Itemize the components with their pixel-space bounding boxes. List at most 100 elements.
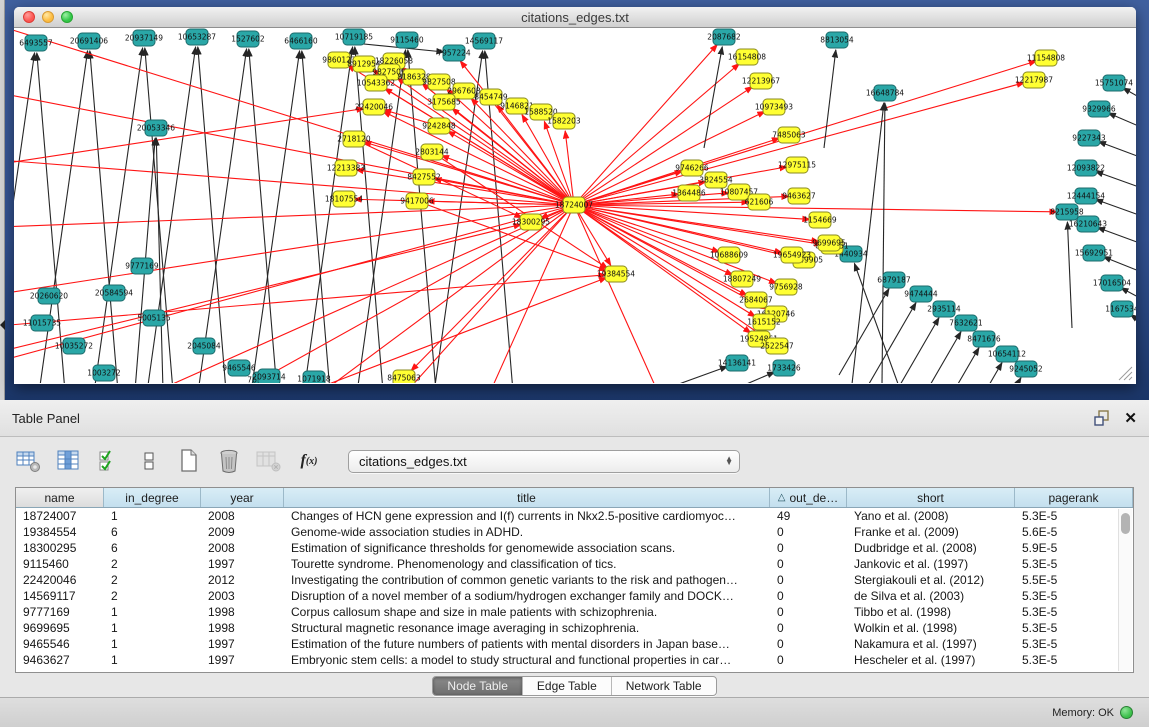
network-edge[interactable]: [14, 205, 574, 228]
network-edge[interactable]: [198, 47, 229, 383]
tab-edge-table[interactable]: Edge Table: [523, 677, 612, 695]
table-cell-year[interactable]: 2008: [201, 508, 284, 524]
table-cell-short[interactable]: Dudbridge et al. (2008): [847, 540, 1015, 556]
table-row[interactable]: 946554611997Estimation of the future num…: [16, 636, 1133, 652]
network-edge[interactable]: [89, 48, 143, 383]
network-node[interactable]: 8471676: [967, 331, 1001, 347]
table-row[interactable]: 1872400712008Changes of HCN gene express…: [16, 508, 1133, 524]
table-cell-year[interactable]: 1997: [201, 556, 284, 572]
network-node[interactable]: 9465546: [222, 360, 256, 376]
network-node[interactable]: 7632621: [949, 315, 983, 331]
network-edge[interactable]: [654, 366, 728, 383]
table-row[interactable]: 2242004622012Investigating the contribut…: [16, 572, 1133, 588]
network-edge[interactable]: [1130, 315, 1136, 337]
column-header-name[interactable]: name: [16, 488, 104, 507]
table-scrollbar[interactable]: [1118, 509, 1132, 671]
table-cell-out_degree[interactable]: 0: [770, 540, 847, 556]
table-cell-title[interactable]: Genome-wide association studies in ADHD.: [284, 524, 770, 540]
table-cell-in_degree[interactable]: 2: [104, 588, 201, 604]
network-node[interactable]: 2045084: [187, 338, 221, 354]
table-cell-in_degree[interactable]: 1: [104, 620, 201, 636]
network-edge[interactable]: [574, 205, 733, 275]
column-header-pagerank[interactable]: pagerank: [1015, 488, 1133, 507]
table-cell-in_degree[interactable]: 1: [104, 604, 201, 620]
network-node[interactable]: 1167534: [1105, 301, 1136, 317]
table-cell-short[interactable]: Wolkin et al. (1998): [847, 620, 1015, 636]
table-cell-out_degree[interactable]: 0: [770, 604, 847, 620]
table-cell-short[interactable]: Hescheler et al. (1997): [847, 652, 1015, 668]
network-edge[interactable]: [448, 131, 574, 205]
network-edge[interactable]: [952, 363, 1002, 383]
network-node[interactable]: 1364486: [672, 185, 706, 201]
network-node[interactable]: 20937149: [125, 30, 163, 46]
table-cell-out_degree[interactable]: 49: [770, 508, 847, 524]
network-edge[interactable]: [355, 47, 386, 383]
table-cell-short[interactable]: Jankovic et al. (1997): [847, 556, 1015, 572]
network-node[interactable]: 9245052: [1009, 361, 1043, 377]
table-selector-dropdown[interactable]: citations_edges.txt ▲▼: [348, 450, 740, 473]
network-edge[interactable]: [14, 205, 574, 365]
close-panel-icon[interactable]: ✕: [1124, 411, 1137, 426]
network-edge[interactable]: [1108, 113, 1136, 137]
network-node[interactable]: 6466160: [284, 33, 318, 49]
table-cell-short[interactable]: Yano et al. (2008): [847, 508, 1015, 524]
table-cell-year[interactable]: 1997: [201, 636, 284, 652]
tab-network-table[interactable]: Network Table: [612, 677, 716, 695]
network-node[interactable]: 6493557: [19, 35, 53, 51]
table-row[interactable]: 946362711997Embryonic stem cells: a mode…: [16, 652, 1133, 668]
table-cell-year[interactable]: 1998: [201, 620, 284, 636]
network-node[interactable]: 2093714: [252, 369, 286, 383]
network-node[interactable]: 11015735: [23, 315, 61, 331]
table-cell-in_degree[interactable]: 1: [104, 508, 201, 524]
table-cell-name[interactable]: 22420046: [16, 572, 104, 588]
table-cell-name[interactable]: 14569117: [16, 588, 104, 604]
resize-grip-icon[interactable]: [1129, 377, 1132, 380]
table-cell-year[interactable]: 2012: [201, 572, 284, 588]
network-node[interactable]: 20691406: [70, 33, 108, 49]
network-node[interactable]: 8813054: [820, 32, 854, 48]
network-edge[interactable]: [14, 159, 574, 205]
table-row[interactable]: 1456911722003Disruption of a novel membe…: [16, 588, 1133, 604]
network-edge[interactable]: [193, 49, 247, 383]
network-edge[interactable]: [142, 47, 196, 383]
table-cell-in_degree[interactable]: 1: [104, 636, 201, 652]
table-cell-year[interactable]: 1997: [201, 652, 284, 668]
table-cell-out_degree[interactable]: 0: [770, 524, 847, 540]
new-table-icon[interactable]: [176, 448, 202, 474]
network-edge[interactable]: [14, 275, 606, 328]
table-row[interactable]: 1938455462009Genome-wide association stu…: [16, 524, 1133, 540]
network-edge[interactable]: [852, 103, 884, 383]
memory-ok-indicator[interactable]: [1120, 706, 1133, 719]
table-cell-out_degree[interactable]: 0: [770, 572, 847, 588]
network-node[interactable]: 9242848: [422, 118, 456, 134]
table-row[interactable]: 969969511998Structural magnetic resonanc…: [16, 620, 1133, 636]
table-cell-short[interactable]: Stergiakouli et al. (2012): [847, 572, 1015, 588]
table-cell-title[interactable]: Changes of HCN gene expression and I(f) …: [284, 508, 770, 524]
table-row[interactable]: 977716911998Corpus callosum shape and si…: [16, 604, 1133, 620]
network-edge[interactable]: [704, 47, 722, 148]
network-node[interactable]: 12975115: [778, 157, 816, 173]
network-node[interactable]: 12213383: [327, 160, 365, 176]
network-edge[interactable]: [911, 332, 961, 383]
table-cell-pagerank[interactable]: 5.3E-5: [1015, 652, 1133, 668]
scrollbar-thumb[interactable]: [1121, 513, 1130, 534]
table-cell-year[interactable]: 2003: [201, 588, 284, 604]
network-node[interactable]: 10719185: [335, 29, 373, 45]
network-node[interactable]: 10688609: [710, 247, 748, 263]
network-node[interactable]: 9417006: [400, 193, 434, 209]
network-node[interactable]: 9777169: [125, 258, 159, 274]
network-edge[interactable]: [824, 50, 836, 148]
table-cell-year[interactable]: 2008: [201, 540, 284, 556]
table-cell-title[interactable]: Structural magnetic resonance image aver…: [284, 620, 770, 636]
table-cell-name[interactable]: 18724007: [16, 508, 104, 524]
network-node[interactable]: 6879187: [877, 272, 911, 288]
network-edge[interactable]: [1067, 222, 1072, 328]
table-cell-pagerank[interactable]: 5.3E-5: [1015, 604, 1133, 620]
network-edge[interactable]: [14, 109, 364, 168]
float-panel-icon[interactable]: [1094, 410, 1112, 426]
table-cell-in_degree[interactable]: 6: [104, 540, 201, 556]
network-node[interactable]: 11154808: [1027, 50, 1065, 66]
table-cell-title[interactable]: Embryonic stem cells: a model to study s…: [284, 652, 770, 668]
table-cell-title[interactable]: Estimation of the future numbers of pati…: [284, 636, 770, 652]
table-cell-name[interactable]: 9777169: [16, 604, 104, 620]
